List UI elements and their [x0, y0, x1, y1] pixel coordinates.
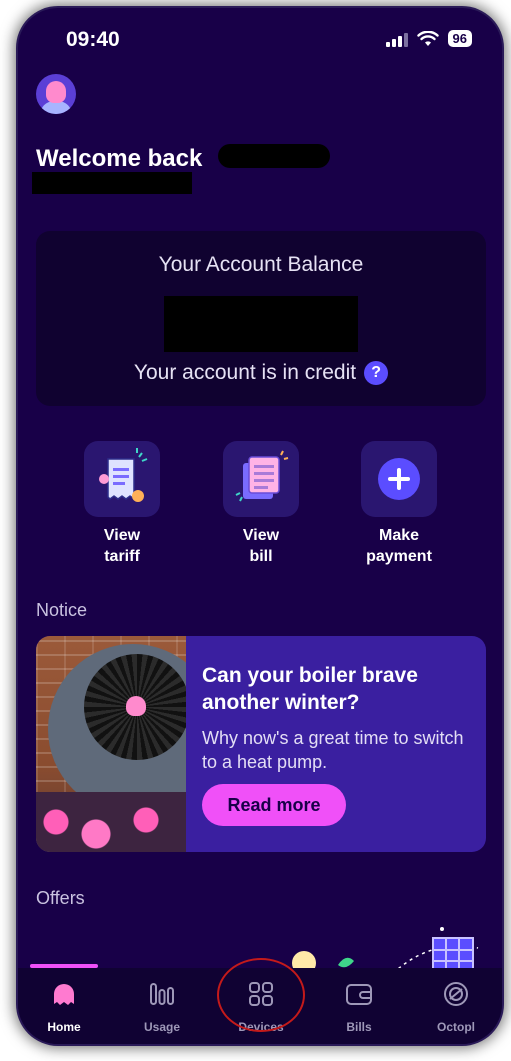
redacted-account-number — [32, 172, 192, 194]
notice-section-title: Notice — [36, 600, 88, 620]
status-icons: 96 — [385, 30, 472, 47]
annotation-circle — [217, 958, 305, 1032]
notice-card[interactable]: Can your boiler brave another winter? Wh… — [36, 636, 486, 852]
octoplus-icon — [416, 978, 496, 1010]
phone-screen: 09:40 96 Welcome back Your Account Balan… — [18, 8, 502, 1044]
quick-actions: View tariff View bill Make payment — [18, 441, 502, 571]
balance-status: Your account is in credit? — [36, 361, 486, 385]
wifi-icon — [416, 30, 439, 46]
help-icon[interactable]: ? — [364, 361, 389, 385]
read-more-button[interactable]: Read more — [202, 784, 346, 826]
view-tariff-button[interactable]: View tariff — [67, 441, 177, 567]
make-payment-label: Make payment — [366, 527, 432, 565]
avatar[interactable] — [36, 74, 76, 114]
welcome-title: Welcome back — [36, 145, 203, 172]
credit-status-text: Your account is in credit — [133, 361, 357, 384]
nav-octoplus[interactable]: Octopl — [416, 978, 496, 1034]
bill-document-icon — [223, 441, 299, 517]
account-balance-card: Your Account Balance Your account is in … — [36, 231, 486, 406]
nav-bills[interactable]: Bills — [319, 978, 399, 1034]
notice-headline: Can your boiler brave another winter? — [202, 664, 418, 714]
redacted-balance-amount — [164, 296, 358, 352]
balance-title: Your Account Balance — [158, 253, 364, 276]
receipt-icon — [84, 441, 160, 517]
octopus-home-icon — [24, 978, 104, 1010]
cellular-signal-icon — [385, 31, 408, 47]
view-bill-label: View bill — [242, 527, 280, 565]
plus-circle-icon — [361, 441, 437, 517]
usage-bars-icon — [122, 978, 202, 1010]
offers-section-title: Offers — [36, 888, 85, 908]
make-payment-button[interactable]: Make payment — [344, 441, 454, 567]
wallet-icon — [319, 978, 399, 1010]
view-tariff-label: View tariff — [103, 527, 141, 565]
view-bill-button[interactable]: View bill — [206, 441, 316, 567]
nav-usage[interactable]: Usage — [122, 978, 202, 1034]
redacted-name — [218, 144, 330, 168]
notice-body: Why now's a great time to switch to a he… — [202, 728, 464, 772]
nav-home[interactable]: Home — [24, 978, 104, 1034]
status-time: 09:40 — [66, 28, 120, 51]
active-tab-indicator — [30, 964, 98, 968]
heat-pump-image — [36, 636, 186, 852]
battery-indicator: 96 — [447, 30, 472, 47]
